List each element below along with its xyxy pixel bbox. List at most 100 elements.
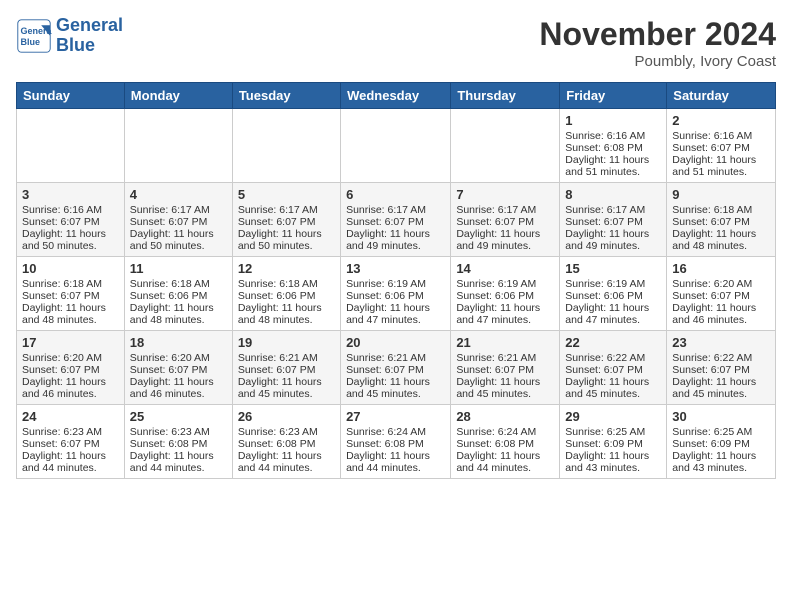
sunset-text: Sunset: 6:07 PM (672, 142, 770, 154)
sunset-text: Sunset: 6:07 PM (456, 216, 554, 228)
daylight-text: Daylight: 11 hours and 48 minutes. (238, 302, 335, 326)
calendar-cell: 10Sunrise: 6:18 AMSunset: 6:07 PMDayligh… (17, 257, 125, 331)
calendar-week-row: 10Sunrise: 6:18 AMSunset: 6:07 PMDayligh… (17, 257, 776, 331)
calendar-body: 1Sunrise: 6:16 AMSunset: 6:08 PMDaylight… (17, 109, 776, 479)
day-number: 3 (22, 187, 119, 202)
calendar-week-row: 24Sunrise: 6:23 AMSunset: 6:07 PMDayligh… (17, 405, 776, 479)
calendar-cell: 2Sunrise: 6:16 AMSunset: 6:07 PMDaylight… (667, 109, 776, 183)
sunrise-text: Sunrise: 6:22 AM (672, 352, 770, 364)
calendar-cell: 13Sunrise: 6:19 AMSunset: 6:06 PMDayligh… (341, 257, 451, 331)
sunset-text: Sunset: 6:08 PM (346, 438, 445, 450)
sunset-text: Sunset: 6:07 PM (130, 216, 227, 228)
day-number: 10 (22, 261, 119, 276)
calendar-cell: 25Sunrise: 6:23 AMSunset: 6:08 PMDayligh… (124, 405, 232, 479)
calendar-header-cell: Friday (560, 83, 667, 109)
day-number: 21 (456, 335, 554, 350)
sunset-text: Sunset: 6:06 PM (238, 290, 335, 302)
page-header: General Blue General Blue November 2024 … (16, 16, 776, 70)
sunrise-text: Sunrise: 6:20 AM (672, 278, 770, 290)
sunset-text: Sunset: 6:07 PM (22, 364, 119, 376)
calendar-cell: 30 Sunrise: 6:25 AMSunset: 6:09 PMDayligh… (667, 405, 776, 479)
day-number: 2 (672, 113, 770, 128)
daylight-text: Daylight: 11 hours and 51 minutes. (672, 154, 770, 178)
daylight-text: Daylight: 11 hours and 50 minutes. (238, 228, 335, 252)
daylight-text: Daylight: 11 hours and 45 minutes. (346, 376, 445, 400)
sunrise-text: Sunrise: 6:22 AM (565, 352, 661, 364)
calendar-cell: 15Sunrise: 6:19 AMSunset: 6:06 PMDayligh… (560, 257, 667, 331)
day-number: 19 (238, 335, 335, 350)
daylight-text: Daylight: 11 hours and 47 minutes. (565, 302, 661, 326)
sunrise-text: Sunrise: 6:21 AM (238, 352, 335, 364)
month-title: November 2024 (539, 16, 776, 53)
daylight-text: Daylight: 11 hours and 47 minutes. (456, 302, 554, 326)
day-number: 20 (346, 335, 445, 350)
daylight-text: Daylight: 11 hours and 48 minutes. (672, 228, 770, 252)
calendar-cell: 22Sunrise: 6:22 AMSunset: 6:07 PMDayligh… (560, 331, 667, 405)
sunrise-text: Sunrise: 6:24 AM (456, 426, 554, 438)
daylight-text: Daylight: 11 hours and 48 minutes. (130, 302, 227, 326)
daylight-text: Daylight: 11 hours and 45 minutes. (456, 376, 554, 400)
calendar: SundayMondayTuesdayWednesdayThursdayFrid… (16, 82, 776, 479)
daylight-text: Daylight: 11 hours and 45 minutes. (238, 376, 335, 400)
sunset-text: Sunset: 6:07 PM (346, 364, 445, 376)
sunrise-text: Sunrise: 6:17 AM (238, 204, 335, 216)
day-number: 12 (238, 261, 335, 276)
daylight-text: Daylight: 11 hours and 46 minutes. (22, 376, 119, 400)
sunrise-text: Sunrise: 6:19 AM (346, 278, 445, 290)
calendar-cell: 17Sunrise: 6:20 AMSunset: 6:07 PMDayligh… (17, 331, 125, 405)
daylight-text: Daylight: 11 hours and 49 minutes. (565, 228, 661, 252)
day-number: 23 (672, 335, 770, 350)
daylight-text: Daylight: 11 hours and 50 minutes. (22, 228, 119, 252)
calendar-cell: 14Sunrise: 6:19 AMSunset: 6:06 PMDayligh… (451, 257, 560, 331)
daylight-text: Daylight: 11 hours and 46 minutes. (130, 376, 227, 400)
daylight-text: Daylight: 11 hours and 44 minutes. (130, 450, 227, 474)
sunset-text: Sunset: 6:06 PM (346, 290, 445, 302)
sunrise-text: Sunrise: 6:21 AM (346, 352, 445, 364)
calendar-cell: 28Sunrise: 6:24 AMSunset: 6:08 PMDayligh… (451, 405, 560, 479)
sunrise-text: Sunrise: 6:21 AM (456, 352, 554, 364)
sunrise-text: Sunrise: 6:23 AM (130, 426, 227, 438)
day-number: 14 (456, 261, 554, 276)
calendar-cell: 18Sunrise: 6:20 AMSunset: 6:07 PMDayligh… (124, 331, 232, 405)
sunset-text: Sunset: 6:09 PM (672, 438, 770, 450)
calendar-cell: 5Sunrise: 6:17 AMSunset: 6:07 PMDaylight… (232, 183, 340, 257)
sunrise-text: Sunrise: 6:25 AM (672, 426, 770, 438)
day-number: 30 (672, 409, 770, 424)
day-number: 11 (130, 261, 227, 276)
sunrise-text: Sunrise: 6:23 AM (238, 426, 335, 438)
sunrise-text: Sunrise: 6:17 AM (565, 204, 661, 216)
daylight-text: Daylight: 11 hours and 46 minutes. (672, 302, 770, 326)
logo-text-line1: General (56, 16, 123, 36)
calendar-header-cell: Saturday (667, 83, 776, 109)
day-number: 28 (456, 409, 554, 424)
sunrise-text: Sunrise: 6:19 AM (456, 278, 554, 290)
day-number: 16 (672, 261, 770, 276)
daylight-text: Daylight: 11 hours and 50 minutes. (130, 228, 227, 252)
calendar-cell: 23Sunrise: 6:22 AMSunset: 6:07 PMDayligh… (667, 331, 776, 405)
day-number: 8 (565, 187, 661, 202)
sunset-text: Sunset: 6:07 PM (22, 216, 119, 228)
sunset-text: Sunset: 6:07 PM (238, 364, 335, 376)
calendar-cell: 16 Sunrise: 6:20 AMSunset: 6:07 PMDayligh… (667, 257, 776, 331)
calendar-header-cell: Sunday (17, 83, 125, 109)
calendar-cell (124, 109, 232, 183)
location-title: Poumbly, Ivory Coast (539, 53, 776, 70)
sunrise-text: Sunrise: 6:20 AM (22, 352, 119, 364)
sunrise-text: Sunrise: 6:24 AM (346, 426, 445, 438)
day-number: 1 (565, 113, 661, 128)
calendar-cell: 27Sunrise: 6:24 AMSunset: 6:08 PMDayligh… (341, 405, 451, 479)
calendar-header-cell: Wednesday (341, 83, 451, 109)
day-number: 25 (130, 409, 227, 424)
calendar-cell (17, 109, 125, 183)
calendar-cell (451, 109, 560, 183)
calendar-cell: 24Sunrise: 6:23 AMSunset: 6:07 PMDayligh… (17, 405, 125, 479)
sunset-text: Sunset: 6:06 PM (130, 290, 227, 302)
daylight-text: Daylight: 11 hours and 44 minutes. (238, 450, 335, 474)
logo-text-line2: Blue (56, 36, 123, 56)
sunset-text: Sunset: 6:07 PM (238, 216, 335, 228)
calendar-cell: 9Sunrise: 6:18 AMSunset: 6:07 PMDaylight… (667, 183, 776, 257)
sunrise-text: Sunrise: 6:18 AM (130, 278, 227, 290)
sunset-text: Sunset: 6:07 PM (672, 290, 770, 302)
daylight-text: Daylight: 11 hours and 43 minutes. (672, 450, 770, 474)
day-number: 9 (672, 187, 770, 202)
